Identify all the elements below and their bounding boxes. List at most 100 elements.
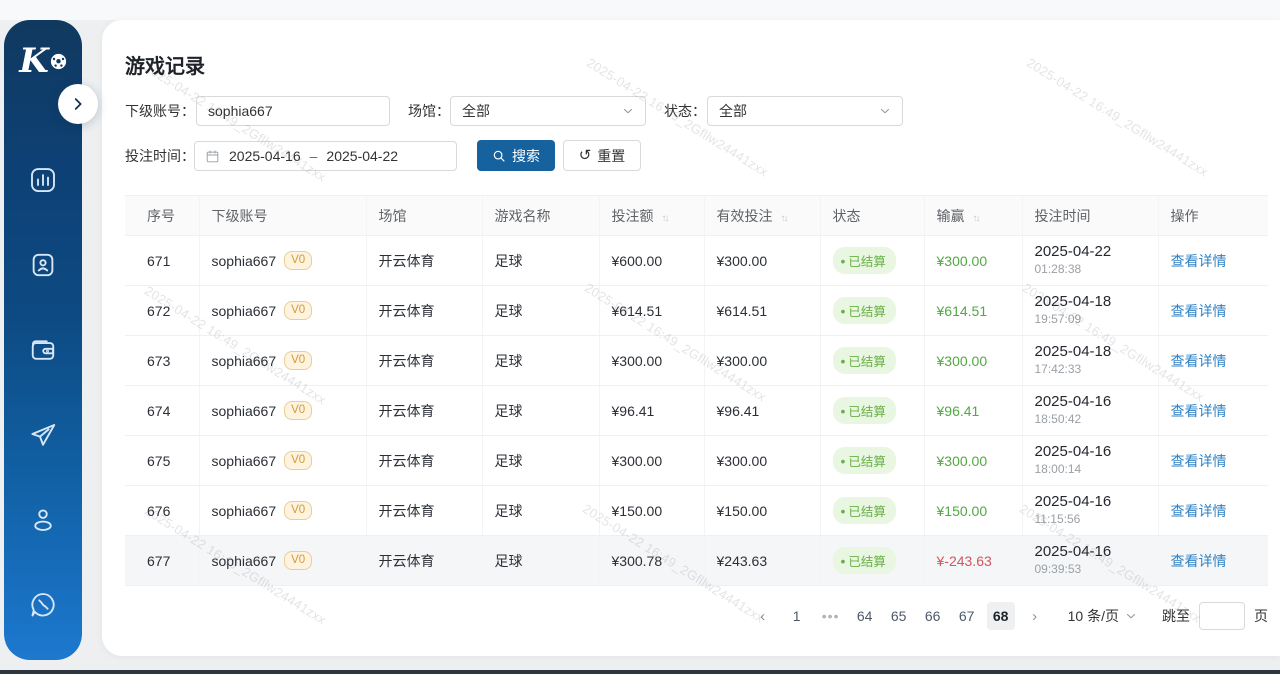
stats-icon[interactable] [4,152,82,208]
phone-support-icon[interactable] [4,577,82,633]
cell-valid-bet: ¥150.00 [704,486,820,536]
table-row: 672 sophia667 V0 开云体育 足球 ¥614.51 ¥614.51… [125,286,1268,336]
vip-level-badge: V0 [284,451,312,471]
cell-venue: 开云体育 [366,286,482,336]
account-input[interactable] [197,103,389,119]
table-row: 671 sophia667 V0 开云体育 足球 ¥600.00 ¥300.00… [125,236,1268,286]
chevron-down-icon [621,104,635,118]
view-details-link[interactable]: 查看详情 [1171,253,1227,269]
view-details-link[interactable]: 查看详情 [1171,453,1227,469]
view-details-link[interactable]: 查看详情 [1171,353,1227,369]
soccer-ball-icon [50,53,67,70]
cell-action: 查看详情 [1158,336,1268,386]
bet-time: 09:39:53 [1035,562,1146,578]
cell-bet-amount: ¥300.00 [599,336,704,386]
cell-status: •已结算 [820,236,924,286]
column-header: 操作 [1158,196,1268,236]
reset-button-label: 重置 [597,146,625,166]
send-icon[interactable] [4,407,82,463]
page-number-68[interactable]: 68 [987,602,1015,630]
sort-icon[interactable]: ↑↓ [973,213,979,224]
wallet-icon[interactable] [4,322,82,378]
venue-select[interactable]: 全部 [450,96,646,126]
cell-game: 足球 [482,386,599,436]
cell-bet-time: 2025-04-16 09:39:53 [1022,536,1158,586]
sidebar-expand-button[interactable] [58,84,98,124]
reset-icon: ↺ [579,148,592,163]
cell-game: 足球 [482,536,599,586]
column-header: 游戏名称 [482,196,599,236]
cell-bet-time: 2025-04-18 17:42:33 [1022,336,1158,386]
cell-venue: 开云体育 [366,486,482,536]
date-start: 2025-04-16 [229,148,301,164]
bet-time: 19:57:09 [1035,312,1146,328]
status-value: 全部 [719,101,747,121]
sort-icon[interactable]: ↑↓ [662,213,668,224]
view-details-link[interactable]: 查看详情 [1171,403,1227,419]
vip-level-badge: V0 [284,501,312,521]
reset-button[interactable]: ↺ 重置 [563,140,641,171]
bet-time: 18:00:14 [1035,462,1146,478]
app-logo[interactable]: K [4,44,82,78]
cell-action: 查看详情 [1158,386,1268,436]
page-jump: 跳至 页 [1162,602,1268,630]
cell-win-loss: ¥300.00 [924,236,1022,286]
column-header[interactable]: 有效投注↑↓ [704,196,820,236]
prev-page-button[interactable]: ‹ [749,602,777,630]
cell-seq: 677 [125,536,199,586]
page-number-67[interactable]: 67 [953,602,981,630]
member-card-icon[interactable] [4,237,82,293]
cell-bet-time: 2025-04-16 18:50:42 [1022,386,1158,436]
vip-level-badge: V0 [284,551,312,571]
account-name: sophia667 [212,503,277,519]
page-number-65[interactable]: 65 [885,602,913,630]
bet-date: 2025-04-22 [1035,243,1146,262]
bet-time: 17:42:33 [1035,362,1146,378]
cell-seq: 675 [125,436,199,486]
bet-date: 2025-04-18 [1035,343,1146,362]
cell-bet-time: 2025-04-22 01:28:38 [1022,236,1158,286]
view-details-link[interactable]: 查看详情 [1171,553,1227,569]
page-number-64[interactable]: 64 [851,602,879,630]
search-button[interactable]: 搜索 [477,140,555,171]
status-badge: •已结算 [833,397,896,424]
cell-valid-bet: ¥300.00 [704,336,820,386]
account-name: sophia667 [212,403,277,419]
date-range-picker[interactable]: 2025-04-16 – 2025-04-22 [194,141,457,171]
calendar-icon [205,149,220,164]
cell-account: sophia667 V0 [199,436,366,486]
column-header: 状态 [820,196,924,236]
jump-page-input[interactable] [1199,602,1245,630]
sidebar-nav [4,152,82,662]
cell-action: 查看详情 [1158,436,1268,486]
cell-venue: 开云体育 [366,336,482,386]
status-badge: •已结算 [833,547,896,574]
bottom-strip [0,670,1280,674]
bet-time: 18:50:42 [1035,412,1146,428]
column-header[interactable]: 输赢↑↓ [924,196,1022,236]
user-icon[interactable] [4,492,82,548]
cell-valid-bet: ¥243.63 [704,536,820,586]
date-separator: – [310,148,318,164]
table-row: 677 sophia667 V0 开云体育 足球 ¥300.78 ¥243.63… [125,536,1268,586]
page-number-66[interactable]: 66 [919,602,947,630]
vip-level-badge: V0 [284,251,312,271]
status-badge: •已结算 [833,347,896,374]
page-number-1[interactable]: 1 [783,602,811,630]
cell-valid-bet: ¥300.00 [704,436,820,486]
next-page-button[interactable]: › [1021,602,1049,630]
status-badge: •已结算 [833,247,896,274]
sort-icon[interactable]: ↑↓ [781,213,787,224]
view-details-link[interactable]: 查看详情 [1171,303,1227,319]
cell-game: 足球 [482,336,599,386]
view-details-link[interactable]: 查看详情 [1171,503,1227,519]
page-size-select[interactable]: 10 条/页 [1068,606,1138,626]
column-header[interactable]: 投注额↑↓ [599,196,704,236]
cell-bet-time: 2025-04-18 19:57:09 [1022,286,1158,336]
bet-time: 01:28:38 [1035,262,1146,278]
cell-game: 足球 [482,486,599,536]
cell-win-loss: ¥300.00 [924,336,1022,386]
cell-account: sophia667 V0 [199,336,366,386]
status-select[interactable]: 全部 [707,96,903,126]
page-number-list: 1•••6465666768 [780,602,1018,630]
